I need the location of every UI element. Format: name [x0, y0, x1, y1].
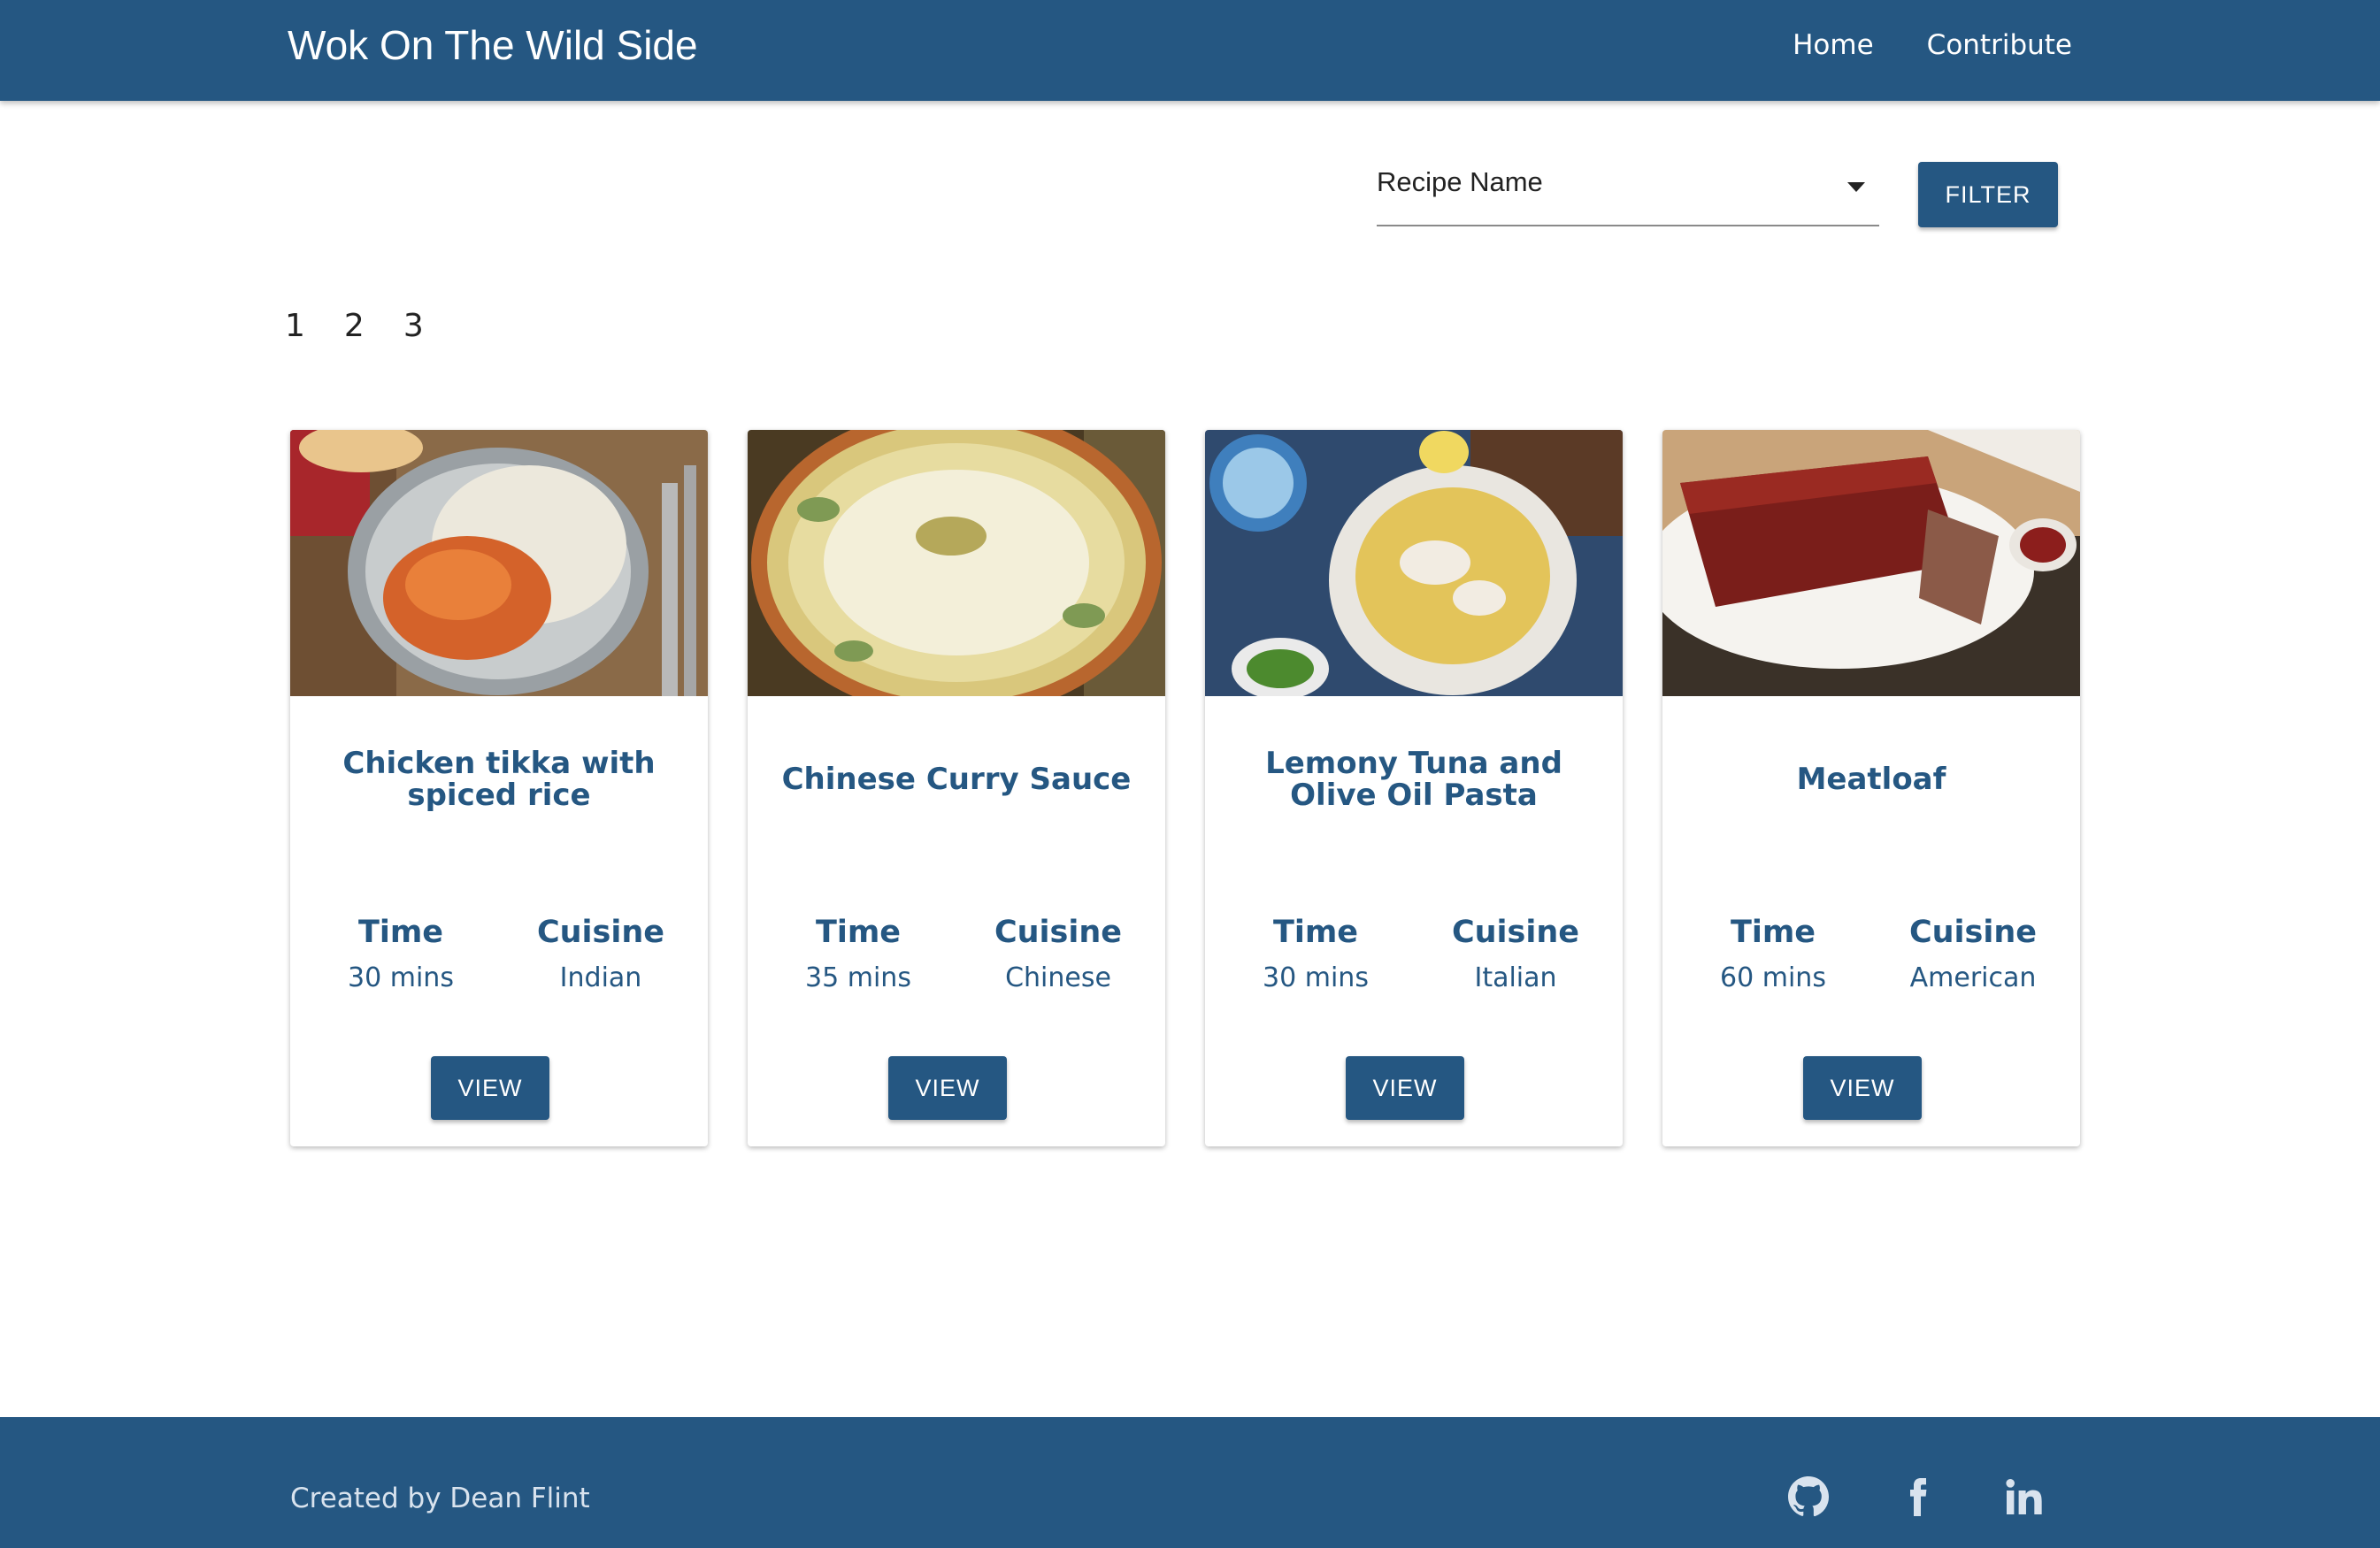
cuisine-label: Cuisine	[994, 915, 1123, 950]
cuisine-label: Cuisine	[536, 915, 665, 950]
pagination: 1 2 3	[285, 308, 424, 344]
page-link-3[interactable]: 3	[403, 308, 424, 344]
facebook-icon[interactable]	[1896, 1475, 1942, 1521]
recipe-image-chicken-tikka	[290, 430, 708, 696]
footer: Created by Dean Flint	[0, 1417, 2380, 1548]
navbar: Wok On The Wild Side Home Contribute	[0, 0, 2380, 101]
recipe-cuisine: Cuisine Chinese	[970, 913, 1147, 998]
view-button[interactable]: VIEW	[888, 1056, 1007, 1120]
page-link-2[interactable]: 2	[344, 308, 365, 344]
cuisine-value: American	[1909, 962, 2037, 993]
filter-button[interactable]: FILTER	[1918, 162, 2058, 227]
recipe-card: Chinese Curry Sauce Time 35 mins Cuisine…	[748, 430, 1165, 1146]
time-value: 60 mins	[1720, 962, 1826, 993]
recipe-time: Time 30 mins	[312, 913, 489, 998]
cuisine-value: Italian	[1474, 962, 1557, 993]
footer-credit: Created by Dean Flint	[290, 1483, 590, 1514]
recipe-time: Time 35 mins	[770, 913, 947, 998]
view-button[interactable]: VIEW	[431, 1056, 549, 1120]
time-label: Time	[1272, 915, 1359, 950]
filter-select[interactable]: Recipe Name	[1377, 159, 1879, 226]
github-icon[interactable]	[1787, 1475, 1833, 1521]
recipe-image-meatloaf	[1662, 430, 2080, 696]
recipe-title: Chinese Curry Sauce	[781, 762, 1132, 797]
recipe-image-tuna-pasta	[1205, 430, 1623, 696]
recipe-card: Meatloaf Time 60 mins Cuisine American V…	[1662, 430, 2080, 1146]
site-title[interactable]: Wok On The Wild Side	[288, 19, 698, 71]
cuisine-label: Cuisine	[1908, 915, 2038, 950]
filter-select-value: Recipe Name	[1377, 166, 1543, 197]
view-button[interactable]: VIEW	[1803, 1056, 1922, 1120]
recipe-image-chinese-curry	[748, 430, 1165, 696]
time-label: Time	[357, 915, 444, 950]
recipe-time: Time 30 mins	[1227, 913, 1404, 998]
linkedin-icon[interactable]	[2003, 1475, 2049, 1521]
time-label: Time	[1730, 915, 1816, 950]
cuisine-label: Cuisine	[1451, 915, 1580, 950]
nav-links: Home Contribute	[1793, 25, 2072, 65]
dropdown-caret-icon	[1847, 182, 1865, 192]
time-value: 35 mins	[805, 962, 911, 993]
recipe-cuisine: Cuisine American	[1885, 913, 2061, 998]
page-link-1[interactable]: 1	[285, 308, 305, 344]
time-label: Time	[815, 915, 902, 950]
time-value: 30 mins	[1263, 962, 1369, 993]
time-value: 30 mins	[348, 962, 454, 993]
recipe-card: Lemony Tuna and Olive Oil Pasta Time 30 …	[1205, 430, 1623, 1146]
view-button[interactable]: VIEW	[1346, 1056, 1464, 1120]
cuisine-value: Indian	[559, 962, 642, 993]
recipe-card: Chicken tikka with spiced rice Time 30 m…	[290, 430, 708, 1146]
nav-home-link[interactable]: Home	[1793, 25, 1874, 65]
recipe-cuisine: Cuisine Indian	[512, 913, 689, 998]
recipe-title: Chicken tikka with spiced rice	[342, 746, 656, 813]
nav-contribute-link[interactable]: Contribute	[1927, 25, 2072, 65]
recipe-time: Time 60 mins	[1685, 913, 1862, 998]
cuisine-value: Chinese	[1005, 962, 1111, 993]
recipe-cuisine: Cuisine Italian	[1427, 913, 1604, 998]
recipe-title: Lemony Tuna and Olive Oil Pasta	[1265, 746, 1562, 813]
recipe-title: Meatloaf	[1796, 762, 1946, 797]
